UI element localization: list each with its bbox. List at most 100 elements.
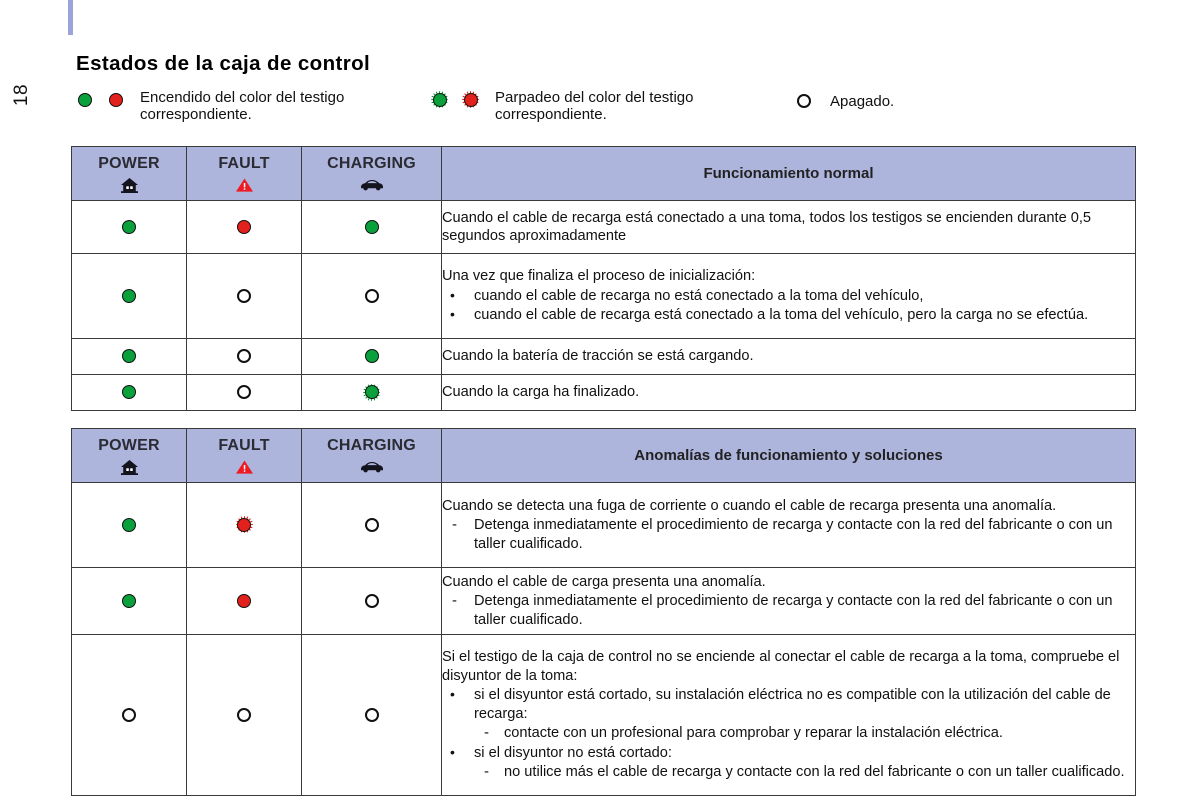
- description-paragraph: Cuando el cable de recarga está conectad…: [442, 209, 1092, 245]
- cell-description: Cuando se detecta una fuga de corriente …: [441, 482, 1136, 568]
- cell-fault-state: [186, 200, 302, 254]
- list-item: Detenga inmediatamente el procedimiento …: [442, 592, 1135, 629]
- lamp-red-on-icon: [236, 218, 253, 235]
- description-paragraph: Una vez que finaliza el proceso de inici…: [442, 268, 756, 285]
- cell-charging-state: [301, 253, 442, 339]
- lamp-green-blink-icon: [431, 91, 448, 108]
- page-title: Estados de la caja de control: [76, 52, 371, 75]
- description-sub-dash-list: contacte con un profesional para comprob…: [474, 724, 1135, 743]
- cell-power-state: [71, 567, 187, 635]
- lamp-green-on-icon: [121, 516, 138, 533]
- lamp-off-icon: [364, 707, 380, 723]
- legend-item-blink: Parpadeo del color del testigo correspon…: [431, 89, 694, 123]
- column-header-fault: FAULT: [186, 146, 302, 201]
- legend-lamps-off: [796, 92, 812, 109]
- description-bullet-list: si el disyuntor está cortado, su instala…: [442, 685, 1135, 723]
- legend-lamps-blink: [431, 90, 479, 108]
- cell-power-state: [71, 634, 187, 796]
- column-header-fault-label: FAULT: [218, 154, 270, 172]
- description-paragraph: Cuando se detecta una fuga de corriente …: [442, 497, 1057, 514]
- description-paragraph: Cuando el cable de carga presenta una an…: [442, 573, 766, 590]
- legend-lamps-on: [76, 90, 124, 108]
- lamp-red-blink-icon: [462, 91, 479, 108]
- legend-item-off: Apagado.: [796, 92, 894, 111]
- list-item: si el disyuntor está cortado, su instala…: [442, 685, 1135, 723]
- lamp-off-icon: [364, 517, 380, 533]
- lamp-off-icon: [364, 593, 380, 609]
- legend-label-blink: Parpadeo del color del testigo correspon…: [495, 89, 694, 123]
- warning-triangle-icon: [187, 177, 301, 194]
- legend: Encendido del color del testigo correspo…: [71, 89, 1135, 134]
- lamp-green-on-icon: [121, 348, 138, 365]
- cell-fault-state: [186, 634, 302, 796]
- cell-charging-state: [301, 374, 442, 411]
- table-row: Cuando la carga ha finalizado.: [71, 374, 1136, 411]
- cell-description: Si el testigo de la caja de control no s…: [441, 634, 1136, 796]
- cell-fault-state: [186, 338, 302, 375]
- cell-power-state: [71, 374, 187, 411]
- table-row: Cuando el cable de recarga está conectad…: [71, 200, 1136, 254]
- list-item: no utilice más el cable de recarga y con…: [474, 763, 1135, 782]
- table-row: Una vez que finaliza el proceso de inici…: [71, 253, 1136, 339]
- description-paragraph: Cuando la batería de tracción se está ca…: [442, 348, 754, 365]
- legend-item-on: Encendido del color del testigo correspo…: [76, 89, 345, 123]
- table-header-row: POWER FAULT: [71, 428, 1136, 483]
- house-icon: [72, 459, 186, 476]
- table-row: Cuando la batería de tracción se está ca…: [71, 338, 1136, 375]
- legend-label-on: Encendido del color del testigo correspo…: [140, 89, 345, 123]
- lamp-red-blink-icon: [235, 516, 253, 534]
- description-sub-dash-list-2: no utilice más el cable de recarga y con…: [474, 763, 1135, 782]
- list-item: Detenga inmediatamente el procedimiento …: [442, 516, 1135, 553]
- lamp-green-on-icon: [363, 218, 380, 235]
- lamp-red-on-icon: [107, 91, 124, 108]
- table-header-row: POWER FAULT: [71, 146, 1136, 201]
- table-faults-and-solutions: POWER FAULT CHARGING Anomalías de funcio…: [71, 428, 1136, 796]
- description-paragraph: Si el testigo de la caja de control no s…: [442, 649, 1120, 684]
- column-header-charging-label: CHARGING: [327, 154, 416, 172]
- column-header-fault-label: FAULT: [218, 436, 270, 454]
- lamp-green-on-icon: [363, 348, 380, 365]
- description-bullet-list-2: si el disyuntor no está cortado:: [442, 743, 1135, 763]
- table-normal-operation: POWER FAULT CHARGING Funcionamiento norm…: [71, 146, 1136, 411]
- description-paragraph: Cuando la carga ha finalizado.: [442, 384, 640, 401]
- column-header-charging: CHARGING: [301, 146, 442, 201]
- cell-power-state: [71, 200, 187, 254]
- lamp-green-on-icon: [76, 91, 93, 108]
- cell-description: Cuando el cable de carga presenta una an…: [441, 567, 1136, 635]
- legend-label-off: Apagado.: [830, 93, 895, 110]
- lamp-off-icon: [236, 707, 252, 723]
- column-header-power-label: POWER: [98, 436, 160, 454]
- description-dash-list: Detenga inmediatamente el procedimiento …: [442, 516, 1135, 553]
- cell-charging-state: [301, 482, 442, 568]
- lamp-off-icon: [236, 348, 252, 364]
- lamp-off-icon: [236, 384, 252, 400]
- cell-fault-state: [186, 253, 302, 339]
- column-header-charging: CHARGING: [301, 428, 442, 483]
- cell-power-state: [71, 482, 187, 568]
- cell-charging-state: [301, 634, 442, 796]
- table-header-description: Funcionamiento normal: [441, 146, 1136, 201]
- cell-description: Una vez que finaliza el proceso de inici…: [441, 253, 1136, 339]
- table-row: Si el testigo de la caja de control no s…: [71, 634, 1136, 796]
- cell-charging-state: [301, 567, 442, 635]
- cell-description: Cuando la carga ha finalizado.: [441, 374, 1136, 411]
- lamp-green-on-icon: [121, 592, 138, 609]
- list-item: si el disyuntor no está cortado:: [442, 743, 1135, 763]
- car-icon: [302, 459, 441, 476]
- house-icon: [72, 177, 186, 194]
- lamp-off-icon: [121, 707, 137, 723]
- column-header-power-label: POWER: [98, 154, 160, 172]
- table-row: Cuando el cable de carga presenta una an…: [71, 567, 1136, 635]
- lamp-green-on-icon: [121, 384, 138, 401]
- lamp-green-on-icon: [121, 218, 138, 235]
- lamp-red-on-icon: [236, 592, 253, 609]
- warning-triangle-icon: [187, 459, 301, 476]
- car-icon: [302, 177, 441, 194]
- column-header-power: POWER: [71, 146, 187, 201]
- cell-description: Cuando la batería de tracción se está ca…: [441, 338, 1136, 375]
- page-content: Estados de la caja de control Encendido …: [71, 0, 1136, 796]
- column-header-charging-label: CHARGING: [327, 436, 416, 454]
- lamp-green-blink-icon: [363, 383, 380, 401]
- cell-description: Cuando el cable de recarga está conectad…: [441, 200, 1136, 254]
- cell-charging-state: [301, 200, 442, 254]
